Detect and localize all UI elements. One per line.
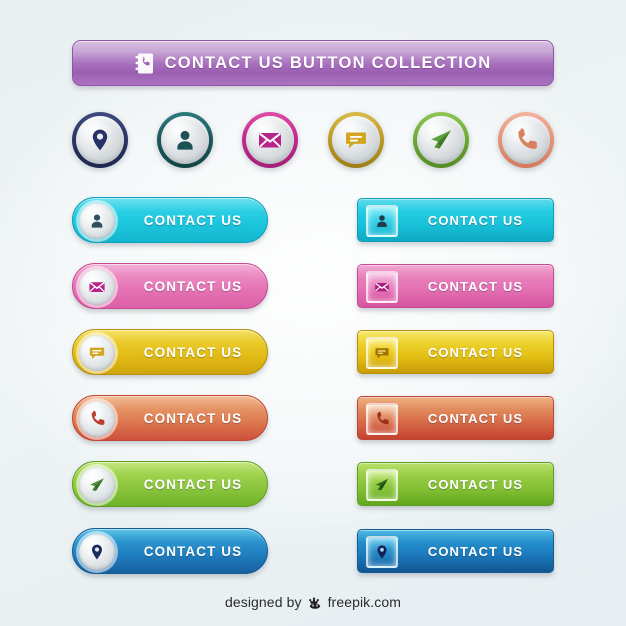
footer-brand: freepik.com [327, 594, 402, 610]
rect-button-label: CONTACT US [427, 476, 524, 492]
envelope-icon [374, 279, 390, 295]
button-grid: CONTACT US CONTACT US CONTACT US CONTACT… [0, 0, 626, 626]
rect-button-contact-us-pink[interactable]: CONTACT US [357, 264, 554, 308]
pill-badge-send [79, 467, 115, 503]
pill-button-contact-us-gold[interactable]: CONTACT US [72, 329, 268, 375]
rect-button-label: CONTACT US [427, 543, 524, 559]
rect-button-contact-us-orange[interactable]: CONTACT US [357, 396, 554, 440]
pill-button-label: CONTACT US [143, 278, 243, 294]
pill-button-contact-us-cyan[interactable]: CONTACT US [72, 197, 268, 243]
rect-badge-chat [366, 337, 398, 369]
rect-button-contact-us-gold[interactable]: CONTACT US [357, 330, 554, 374]
footer-prefix: designed by [224, 594, 302, 610]
pill-badge-envelope [79, 269, 115, 305]
rect-button-contact-us-cyan[interactable]: CONTACT US [357, 198, 554, 242]
crown-icon [307, 595, 323, 610]
pill-button-label: CONTACT US [143, 212, 243, 228]
footer-credit: designed by freepik.com [0, 594, 626, 610]
rect-badge-phone [366, 403, 398, 435]
rect-badge-location [366, 536, 398, 568]
pill-button-label: CONTACT US [143, 476, 243, 492]
rect-button-label: CONTACT US [427, 212, 524, 228]
rect-badge-send [366, 469, 398, 501]
pill-button-label: CONTACT US [143, 410, 243, 426]
rect-badge-person [366, 205, 398, 237]
rect-button-label: CONTACT US [427, 278, 524, 294]
pill-button-contact-us-orange[interactable]: CONTACT US [72, 395, 268, 441]
pill-button-contact-us-pink[interactable]: CONTACT US [72, 263, 268, 309]
paper-plane-icon [374, 477, 390, 493]
rect-button-contact-us-blue[interactable]: CONTACT US [357, 529, 554, 573]
paper-plane-icon [88, 476, 106, 494]
pill-badge-location [79, 534, 115, 570]
pill-badge-phone [79, 401, 115, 437]
phone-icon [374, 411, 390, 427]
rect-button-label: CONTACT US [427, 344, 524, 360]
pill-badge-chat [79, 335, 115, 371]
chat-bubble-icon [374, 345, 390, 361]
pill-button-contact-us-blue[interactable]: CONTACT US [72, 528, 268, 574]
pill-badge-person [79, 203, 115, 239]
envelope-icon [88, 278, 106, 296]
location-pin-icon [88, 543, 106, 561]
pill-button-label: CONTACT US [143, 543, 243, 559]
person-icon [88, 212, 106, 230]
phone-icon [88, 410, 106, 428]
pill-button-label: CONTACT US [143, 344, 243, 360]
rect-button-label: CONTACT US [427, 410, 524, 426]
location-pin-icon [374, 544, 390, 560]
person-icon [374, 213, 390, 229]
rect-badge-envelope [366, 271, 398, 303]
chat-bubble-icon [88, 344, 106, 362]
button-collection-stage: CONTACT US BUTTON COLLECTION CONTACT US … [0, 0, 626, 626]
rect-button-contact-us-green[interactable]: CONTACT US [357, 462, 554, 506]
pill-button-contact-us-green[interactable]: CONTACT US [72, 461, 268, 507]
